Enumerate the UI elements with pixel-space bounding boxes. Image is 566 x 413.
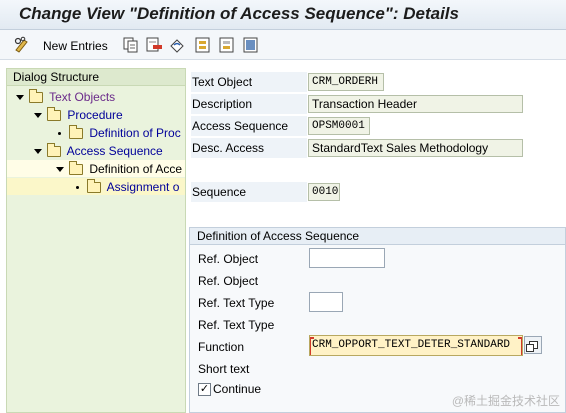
access-sequence-field: OPSM0001 [308, 117, 370, 135]
pencil-glasses-icon[interactable] [13, 36, 31, 54]
continue-checkbox[interactable]: ✓ [198, 383, 211, 396]
tree-node-definition-of-procedure[interactable]: Definition of Proc [58, 125, 181, 142]
watermark: @稀土掘金技术社区 [451, 394, 560, 408]
deselect-icon[interactable] [218, 36, 236, 54]
continue-label: Continue [213, 382, 262, 396]
toolbar: New Entries [0, 30, 566, 60]
value-help-icon [526, 341, 538, 352]
short-text-label: Short text [198, 362, 250, 376]
undo-icon[interactable] [168, 36, 186, 54]
new-entries-button[interactable]: New Entries [43, 39, 108, 53]
tree-node-assignment[interactable]: Assignment o [76, 179, 179, 196]
copy-icon[interactable] [122, 36, 140, 54]
expand-triangle-icon[interactable] [16, 95, 24, 101]
desc-access-field: StandardText Sales Methodology [308, 139, 523, 157]
bullet-icon [76, 186, 79, 190]
window-title: Change View "Definition of Access Sequen… [19, 4, 459, 23]
text-object-label: Text Object [191, 72, 307, 92]
description-label: Description [191, 94, 307, 114]
sequence-label: Sequence [191, 182, 307, 202]
folder-icon [87, 179, 101, 194]
value-help-button[interactable] [524, 336, 542, 354]
folder-icon [69, 125, 83, 140]
expand-triangle-icon[interactable] [34, 149, 42, 155]
tree-node-definition-of-access-sequence[interactable]: Definition of Acce [56, 161, 182, 178]
group-title: Definition of Access Sequence [190, 228, 565, 245]
folder-icon [29, 89, 43, 104]
definition-of-access-sequence-group: Definition of Access Sequence Ref. Objec… [189, 227, 566, 413]
function-input[interactable]: CRM_OPPORT_TEXT_DETER_STANDARD [309, 335, 523, 356]
ref-text-type-label: Ref. Text Type [198, 296, 275, 310]
tree-node-procedure[interactable]: Procedure [34, 107, 123, 124]
open-folder-icon [69, 161, 83, 176]
desc-access-label: Desc. Access [191, 138, 307, 158]
tree-node-text-objects[interactable]: Text Objects [16, 89, 115, 106]
access-sequence-label: Access Sequence [191, 116, 307, 136]
dialog-structure-panel: Dialog Structure Text Objects Procedure … [6, 68, 186, 413]
select-all-icon[interactable] [194, 36, 212, 54]
ref-text-type-input[interactable] [309, 292, 343, 312]
ref-object-label: Ref. Object [198, 252, 259, 266]
expand-triangle-icon[interactable] [34, 113, 42, 119]
sequence-field: 0010 [308, 183, 340, 201]
ref-object-label-2: Ref. Object [198, 274, 259, 288]
folder-icon [47, 143, 61, 158]
expand-triangle-icon[interactable] [56, 167, 64, 173]
folder-icon [47, 107, 61, 122]
description-field: Transaction Header [308, 95, 523, 113]
bullet-icon [58, 132, 61, 136]
ref-object-input[interactable] [309, 248, 385, 268]
tree-node-access-sequence[interactable]: Access Sequence [34, 143, 163, 160]
dialog-structure-title: Dialog Structure [7, 69, 185, 86]
ref-text-type-label-2: Ref. Text Type [198, 318, 275, 332]
text-object-field: CRM_ORDERH [308, 73, 384, 91]
select-block-icon[interactable] [242, 36, 260, 54]
title-bar: Change View "Definition of Access Sequen… [0, 0, 566, 30]
function-label: Function [198, 340, 245, 354]
delete-icon[interactable] [145, 36, 163, 54]
